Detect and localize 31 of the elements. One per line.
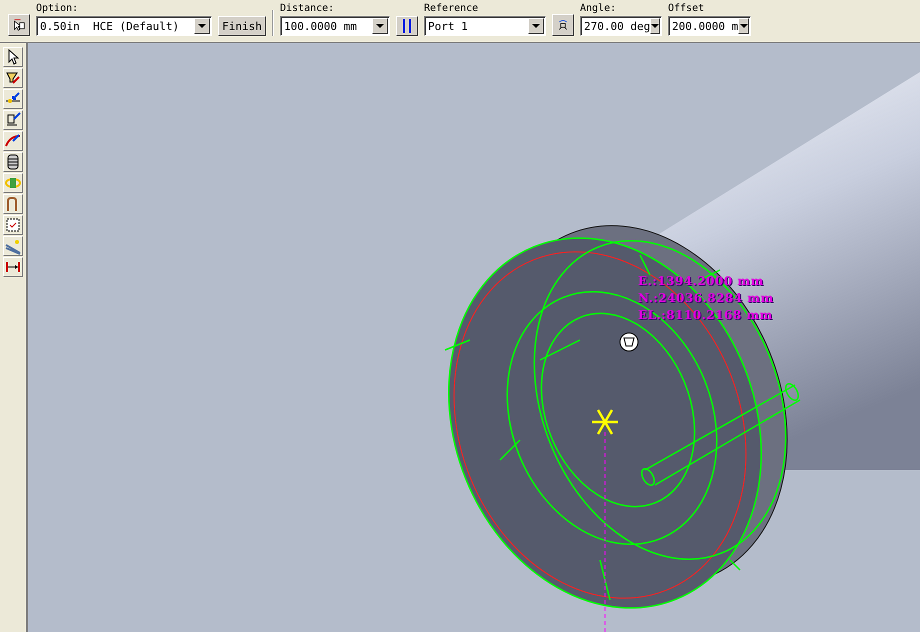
dropdown-arrow-icon <box>651 24 660 28</box>
cursor-icon <box>13 17 25 33</box>
tool-button[interactable] <box>3 131 23 151</box>
tool-button[interactable] <box>3 110 23 130</box>
origin-star-icon <box>590 408 620 436</box>
finish-button[interactable]: Finish <box>218 16 266 36</box>
angle-dropdown[interactable]: 270.00 deg <box>580 16 662 36</box>
dropdown-arrow-icon <box>740 24 748 28</box>
field-label: Reference <box>424 3 480 15</box>
option-dropdown[interactable]: 0.50in HCE (Default) <box>36 16 212 36</box>
field-label: Distance: <box>280 3 336 15</box>
field-label: Offset <box>668 3 706 15</box>
select-pointer-button[interactable] <box>8 14 30 36</box>
tool-button[interactable] <box>3 215 23 235</box>
tool-button[interactable] <box>3 257 23 277</box>
tool-button[interactable] <box>3 47 23 67</box>
marker-icon <box>620 332 638 352</box>
offset-dropdown[interactable]: 200.0000 m <box>668 16 751 36</box>
distance-dropdown[interactable]: 100.0000 mm <box>280 16 390 36</box>
tool-button[interactable] <box>3 152 23 172</box>
dropdown-arrow-icon <box>532 24 540 28</box>
dropdown-arrow-icon <box>376 24 384 28</box>
tool-button[interactable] <box>3 89 23 109</box>
field-label: Option: <box>36 3 80 15</box>
pause-button[interactable] <box>396 16 418 36</box>
reference-dropdown[interactable]: Port 1 <box>424 16 546 36</box>
field-label: Angle: <box>580 3 618 15</box>
dropdown-arrow-icon <box>198 24 206 28</box>
clipboard-icon <box>4 216 22 234</box>
pause-icon <box>402 19 412 33</box>
rotate-button[interactable] <box>552 14 574 36</box>
